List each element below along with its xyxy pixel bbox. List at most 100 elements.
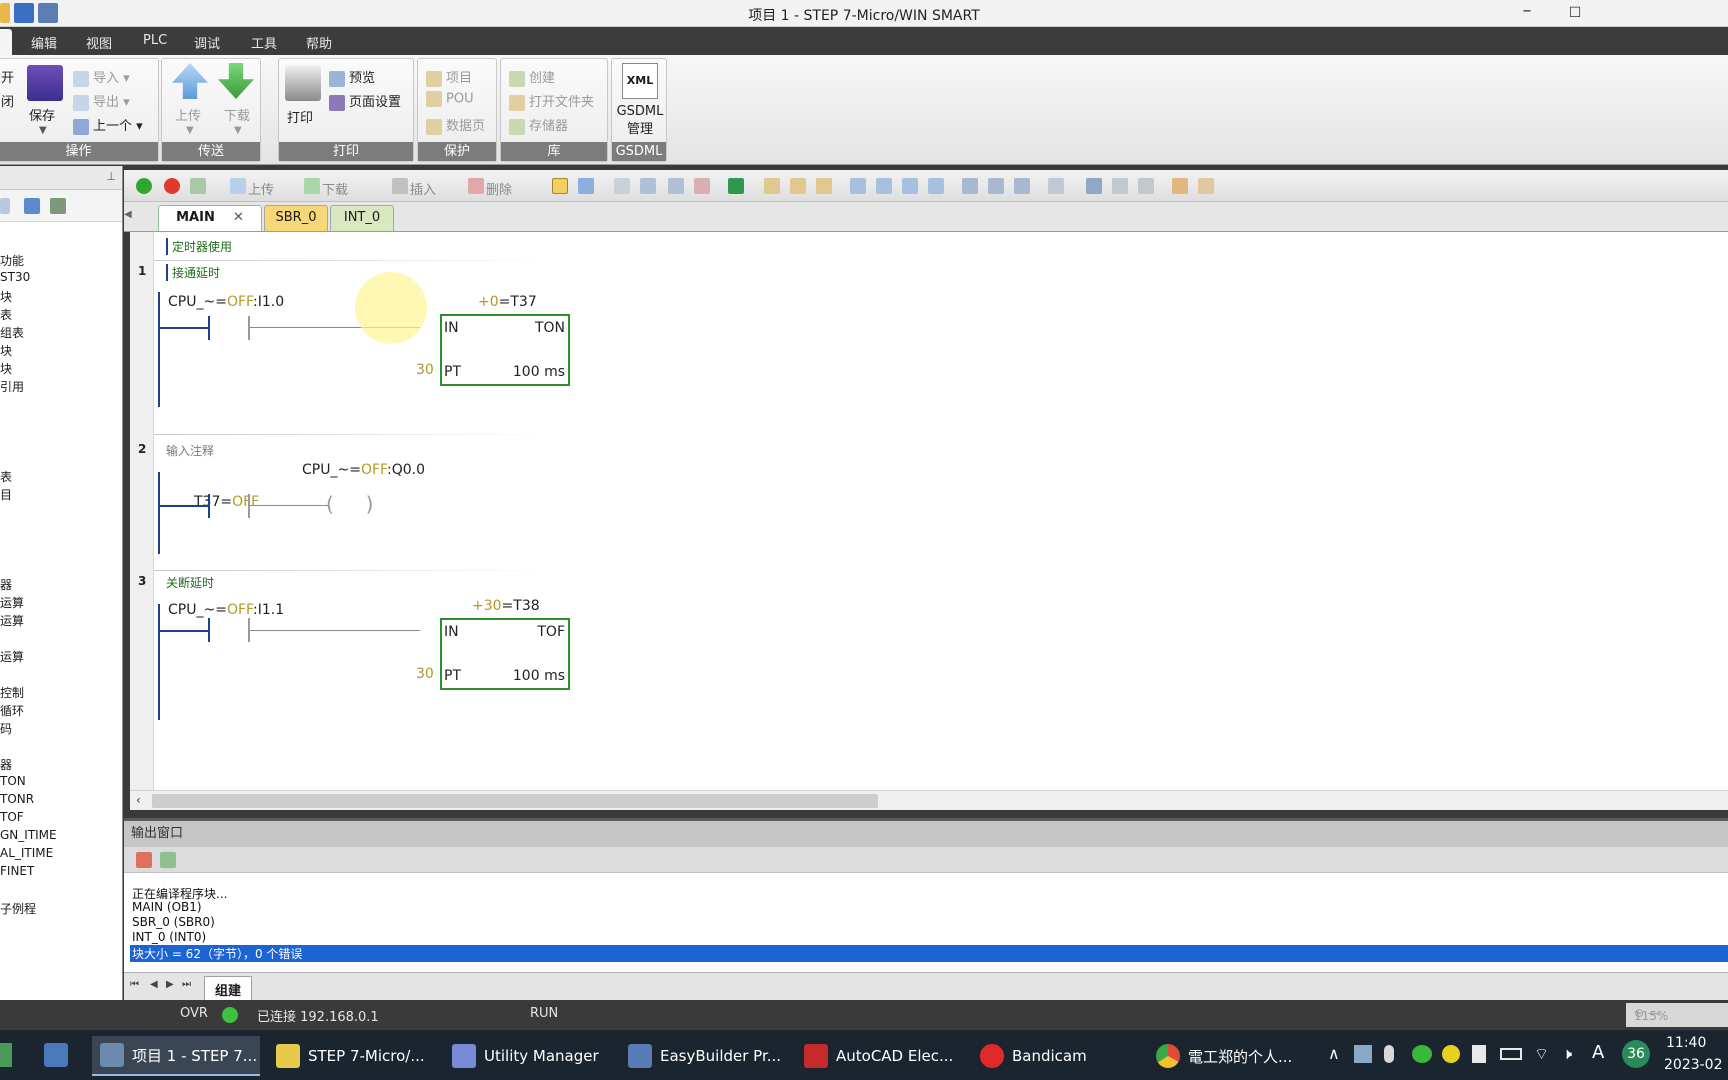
- save-dropdown-chevron-icon[interactable]: ▼: [39, 125, 47, 136]
- protect-project-button[interactable]: 项目: [426, 67, 472, 87]
- tab-int0[interactable]: INT_0: [330, 205, 394, 231]
- tree-item[interactable]: TONR: [0, 792, 34, 806]
- scroll-left-icon[interactable]: ‹: [136, 793, 141, 807]
- line-left-icon[interactable]: [902, 178, 918, 194]
- lock-icon[interactable]: [764, 178, 780, 194]
- tree-item[interactable]: 表: [0, 468, 12, 485]
- previous-button[interactable]: 上一个 ▾: [73, 115, 143, 135]
- tree-item[interactable]: 组表: [0, 324, 24, 341]
- coil-label[interactable]: CPU_~=OFF:Q0.0: [302, 462, 425, 478]
- output-tab-build[interactable]: 组建: [204, 976, 253, 1000]
- tree-item[interactable]: 运算: [0, 612, 24, 629]
- microphone-icon[interactable]: [1384, 1045, 1394, 1063]
- tree-item[interactable]: 子例程: [0, 900, 36, 917]
- line-down-icon[interactable]: [850, 178, 866, 194]
- scrollbar-thumb[interactable]: [152, 794, 878, 808]
- close-tab-icon[interactable]: ✕: [233, 210, 244, 225]
- compile-icon[interactable]: [190, 178, 206, 194]
- menu-tools[interactable]: 工具: [251, 33, 277, 52]
- tree-item[interactable]: 引用: [0, 378, 24, 395]
- line-up-icon[interactable]: [876, 178, 892, 194]
- tray-network-app-icon[interactable]: [1354, 1045, 1372, 1063]
- menu-help[interactable]: 帮助: [306, 33, 332, 52]
- gsdml-manage-button[interactable]: GSDML 管理: [616, 103, 664, 139]
- tree-item[interactable]: 运算: [0, 648, 24, 665]
- coil-icon[interactable]: [988, 178, 1004, 194]
- network-title[interactable]: 关断延时: [166, 574, 214, 591]
- prev-tab-icon[interactable]: ◀: [150, 979, 158, 990]
- app-icon[interactable]: [0, 1043, 12, 1067]
- last-tab-icon[interactable]: ⏭: [182, 979, 191, 990]
- menu-plc[interactable]: PLC: [143, 33, 167, 48]
- no-contact[interactable]: [208, 494, 210, 518]
- output-line[interactable]: INT_0 (INT0): [132, 930, 206, 944]
- timer-label[interactable]: +30=T38: [472, 598, 540, 614]
- protect-datapage-button[interactable]: 数据页: [426, 115, 485, 135]
- tree-item[interactable]: 运算: [0, 594, 24, 611]
- tab-sbr0[interactable]: SBR_0: [264, 205, 328, 231]
- delete-button[interactable]: 删除: [486, 179, 512, 198]
- timer-box-tof[interactable]: IN TOF PT 100 ms: [440, 618, 570, 690]
- editor-upload-button[interactable]: 上传: [248, 179, 274, 198]
- export-button[interactable]: 导出 ▾: [73, 91, 130, 111]
- zoom-control[interactable]: 115% ⊖ —: [1626, 1003, 1728, 1027]
- page-setup-button[interactable]: 页面设置: [329, 91, 401, 111]
- editor-horizontal-scrollbar[interactable]: ‹: [130, 790, 1728, 810]
- menu-view[interactable]: 视图: [86, 33, 112, 52]
- output-line[interactable]: MAIN (OB1): [132, 900, 202, 914]
- calculator-icon[interactable]: [44, 1043, 68, 1067]
- wifi-icon[interactable]: ⌔: [1534, 1044, 1549, 1064]
- tree-item[interactable]: 功能: [0, 252, 24, 269]
- tree-item[interactable]: TOF: [0, 810, 24, 824]
- taskbar-task-step7-help[interactable]: STEP 7-Micro/...: [268, 1036, 436, 1076]
- tree-item[interactable]: 器: [0, 756, 12, 773]
- no-contact[interactable]: [208, 618, 210, 642]
- tree-display-icon[interactable]: [50, 198, 66, 214]
- tree-item[interactable]: TON: [0, 774, 26, 788]
- pin-icon[interactable]: ⊥: [106, 170, 116, 183]
- lock-add-icon[interactable]: [816, 178, 832, 194]
- contact-icon[interactable]: [962, 178, 978, 194]
- library-memory-button[interactable]: 存储器: [509, 115, 568, 135]
- tree-item[interactable]: GN_ITIME: [0, 828, 57, 842]
- close-button[interactable]: 闭: [1, 91, 14, 110]
- tree-item[interactable]: 目: [0, 486, 12, 503]
- clear-output-icon[interactable]: [136, 852, 152, 868]
- contact-label[interactable]: CPU_~=OFF:I1.0: [168, 294, 284, 310]
- options-icon[interactable]: [1138, 178, 1154, 194]
- tree-item[interactable]: ST30: [0, 270, 30, 284]
- prev-bookmark-icon[interactable]: [640, 178, 656, 194]
- save-button[interactable]: 保存: [29, 105, 55, 124]
- goto-icon[interactable]: [728, 178, 744, 194]
- timer-label[interactable]: +0=T37: [478, 294, 537, 310]
- taskbar-task-bandicam[interactable]: Bandicam: [972, 1036, 1140, 1076]
- output-line-selected[interactable]: 块大小 = 62（字节），0 个错误: [130, 945, 1728, 962]
- symbol-icon[interactable]: [1048, 178, 1064, 194]
- no-contact[interactable]: [248, 316, 250, 340]
- file-menu-tab[interactable]: [0, 29, 12, 55]
- output-coil[interactable]: ( ): [326, 492, 373, 516]
- no-contact[interactable]: [248, 494, 250, 518]
- import-button[interactable]: 导入 ▾: [73, 67, 130, 87]
- upload-dropdown-icon[interactable]: ▼: [186, 125, 194, 136]
- download-button[interactable]: 下载: [224, 105, 250, 124]
- next-tab-icon[interactable]: ▶: [166, 979, 174, 990]
- timer-preset[interactable]: 30: [416, 666, 434, 682]
- menu-debug[interactable]: 调试: [194, 33, 220, 52]
- clipboard-icon[interactable]: [1198, 178, 1214, 194]
- tree-item[interactable]: 块: [0, 342, 12, 359]
- contact-label[interactable]: CPU_~=OFF:I1.1: [168, 602, 284, 618]
- stop-icon[interactable]: [164, 178, 180, 194]
- print-button[interactable]: 打印: [287, 107, 313, 126]
- pause-status-icon[interactable]: [578, 178, 594, 194]
- tray-chevron-icon[interactable]: ∧: [1328, 1044, 1340, 1063]
- notification-badge[interactable]: 36: [1622, 1040, 1650, 1068]
- taskbar-task-step7-project[interactable]: 项目 1 - STEP 7...: [92, 1036, 260, 1076]
- bookmark-tray-icon[interactable]: [1472, 1045, 1486, 1063]
- output-line[interactable]: SBR_0 (SBR0): [132, 915, 215, 929]
- run-icon[interactable]: [136, 178, 152, 194]
- download-dropdown-icon[interactable]: ▼: [234, 125, 242, 136]
- tree-view-icon[interactable]: [0, 198, 10, 214]
- edit-icon[interactable]: [1112, 178, 1128, 194]
- tree-item[interactable]: 器: [0, 576, 12, 593]
